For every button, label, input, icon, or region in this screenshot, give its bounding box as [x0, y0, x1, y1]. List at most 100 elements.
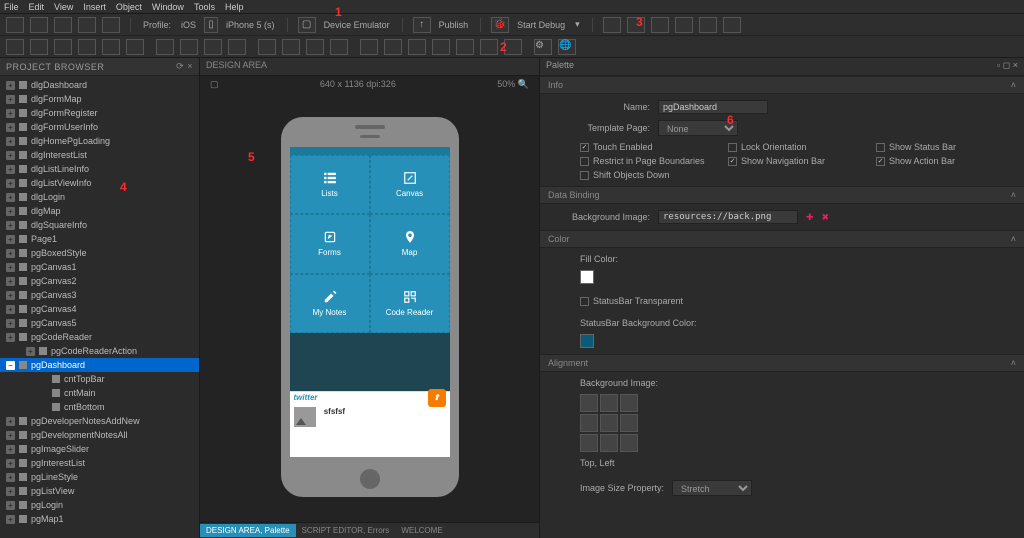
chevron-up-icon[interactable]: ˄	[1011, 234, 1016, 244]
publish-icon[interactable]: ↑	[413, 17, 431, 33]
new-icon[interactable]	[6, 17, 24, 33]
crop-icon[interactable]	[456, 39, 474, 55]
step-over-icon[interactable]	[675, 17, 693, 33]
chevron-up-icon[interactable]: ˄	[1011, 358, 1016, 368]
tree-item[interactable]: +pgLogin	[0, 498, 199, 512]
menu-edit[interactable]: Edit	[29, 2, 45, 12]
statusbar-bg-swatch[interactable]	[580, 334, 594, 348]
pause-icon[interactable]	[627, 17, 645, 33]
tree-item[interactable]: −pgDashboard	[0, 358, 199, 372]
checkbox-row[interactable]: Shift Objects Down	[580, 170, 718, 180]
tree-item[interactable]: +dlgInterestList	[0, 148, 199, 162]
tree-item[interactable]: +dlgFormUserInfo	[0, 120, 199, 134]
button-icon[interactable]	[78, 39, 96, 55]
tree-item[interactable]: +pgDevelopmentNotesAll	[0, 428, 199, 442]
twitter-bar[interactable]: twitter ⬆	[290, 391, 450, 403]
dropdown-icon[interactable]: ▾	[575, 19, 580, 30]
menu-insert[interactable]: Insert	[83, 2, 106, 12]
grid-icon[interactable]	[228, 39, 246, 55]
radio-icon[interactable]	[282, 39, 300, 55]
container-icon[interactable]	[204, 39, 222, 55]
tree-item[interactable]: +pgCanvas5	[0, 316, 199, 330]
aim-icon[interactable]	[360, 39, 378, 55]
template-select[interactable]: None	[658, 120, 738, 136]
remove-icon[interactable]: ✖	[822, 212, 830, 223]
square-icon[interactable]	[480, 39, 498, 55]
tree-item[interactable]: +dlgSquareInfo	[0, 218, 199, 232]
tree-item[interactable]: +pgCodeReaderAction	[0, 344, 199, 358]
monitor-icon[interactable]: ▢	[298, 17, 316, 33]
tree-item[interactable]: +dlgDashboard	[0, 78, 199, 92]
tree-item[interactable]: +pgImageSlider	[0, 442, 199, 456]
phone-screen[interactable]: Lists Canvas Forms Map My Notes Code Rea…	[290, 147, 450, 457]
project-tree[interactable]: +dlgDashboard+dlgFormMap+dlgFormRegister…	[0, 76, 199, 538]
menu-tools[interactable]: Tools	[194, 2, 215, 12]
device-label[interactable]: iPhone 5 (s)	[226, 20, 275, 30]
debug-icon[interactable]: 🐞	[491, 17, 509, 33]
tree-item[interactable]: +pgLineStyle	[0, 470, 199, 484]
image-icon[interactable]	[54, 39, 72, 55]
menu-object[interactable]: Object	[116, 2, 142, 12]
tree-item[interactable]: +pgCodeReader	[0, 330, 199, 344]
undo-icon[interactable]	[78, 17, 96, 33]
checkbox-row[interactable]: Show Status Bar	[876, 142, 1014, 152]
tree-item[interactable]: +pgCanvas1	[0, 260, 199, 274]
section-color[interactable]: Color ˄	[540, 230, 1024, 248]
checkbox-row[interactable]: Touch Enabled	[580, 142, 718, 152]
refresh-icon[interactable]: ⟳	[176, 61, 184, 71]
zoom-icon[interactable]: 🔍	[518, 79, 529, 89]
distribute-icon[interactable]	[384, 39, 402, 55]
tree-item[interactable]: +pgCanvas2	[0, 274, 199, 288]
tree-item[interactable]: cntBottom	[0, 400, 199, 414]
list-icon[interactable]	[126, 39, 144, 55]
tree-item[interactable]: +pgBoxedStyle	[0, 246, 199, 260]
phone-icon[interactable]: ▯	[204, 17, 218, 33]
device-emulator-label[interactable]: Device Emulator	[324, 20, 390, 30]
menu-window[interactable]: Window	[152, 2, 184, 12]
checkbox-icon[interactable]	[258, 39, 276, 55]
text-icon[interactable]	[30, 39, 48, 55]
start-debug-label[interactable]: Start Debug	[517, 20, 565, 30]
tile-lists[interactable]: Lists	[290, 155, 370, 214]
tree-item[interactable]: +Page1	[0, 232, 199, 246]
tile-notes[interactable]: My Notes	[290, 274, 370, 333]
expand-icon[interactable]	[504, 39, 522, 55]
profile-value[interactable]: iOS	[181, 20, 196, 30]
step-out-icon[interactable]	[723, 17, 741, 33]
size-prop-select[interactable]: Stretch	[672, 480, 752, 496]
tab-welcome[interactable]: WELCOME	[395, 524, 448, 537]
step-into-icon[interactable]	[699, 17, 717, 33]
gear-icon[interactable]: ⚙	[534, 39, 552, 55]
input-icon[interactable]	[102, 39, 120, 55]
menu-help[interactable]: Help	[225, 2, 244, 12]
globe-icon[interactable]: 🌐	[558, 39, 576, 55]
tree-item[interactable]: +pgCanvas4	[0, 302, 199, 316]
rect-icon[interactable]	[6, 39, 24, 55]
tree-item[interactable]: +dlgHomePgLoading	[0, 134, 199, 148]
save-icon[interactable]	[54, 17, 72, 33]
feed-item[interactable]: sfsfsf	[290, 403, 450, 455]
name-input[interactable]	[658, 100, 768, 114]
section-alignment[interactable]: Alignment ˄	[540, 354, 1024, 372]
stop-icon[interactable]	[651, 17, 669, 33]
panel-icon[interactable]	[408, 39, 426, 55]
tree-item[interactable]: +pgInterestList	[0, 456, 199, 470]
upload-icon[interactable]: ⬆	[428, 389, 446, 407]
tree-item[interactable]: +dlgListLineInfo	[0, 162, 199, 176]
redo-icon[interactable]	[102, 17, 120, 33]
tree-item[interactable]: +pgMap1	[0, 512, 199, 526]
tree-item[interactable]: +dlgListViewInfo	[0, 176, 199, 190]
alignment-grid[interactable]	[580, 394, 1014, 452]
tree-item[interactable]: cntMain	[0, 386, 199, 400]
section-data-binding[interactable]: Data Binding ˄	[540, 186, 1024, 204]
chevron-up-icon[interactable]: ˄	[1011, 80, 1016, 90]
open-icon[interactable]	[30, 17, 48, 33]
pin-icon[interactable]	[330, 39, 348, 55]
section-info[interactable]: Info ˄	[540, 76, 1024, 94]
tile-codereader[interactable]: Code Reader	[370, 274, 450, 333]
expand-icon[interactable]: ◻	[1003, 60, 1010, 70]
tree-item[interactable]: +dlgLogin	[0, 190, 199, 204]
checkbox-row[interactable]: Lock Orientation	[728, 142, 866, 152]
menu-file[interactable]: File	[4, 2, 19, 12]
tree-item[interactable]: +pgCanvas3	[0, 288, 199, 302]
